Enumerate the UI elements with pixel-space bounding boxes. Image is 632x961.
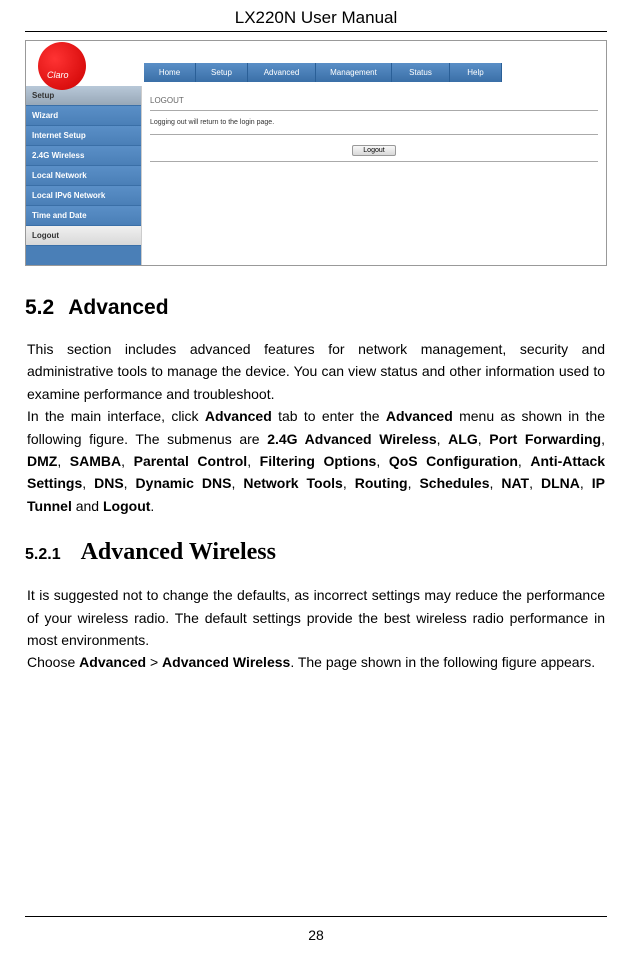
bold: SAMBA xyxy=(70,453,121,469)
text: Choose xyxy=(27,654,79,670)
subsection-title: Advanced Wireless xyxy=(81,539,276,566)
bold: Parental Control xyxy=(134,453,248,469)
sidebar-item-localnet[interactable]: Local Network xyxy=(26,166,141,186)
text: This section includes advanced features … xyxy=(27,341,605,402)
text: , xyxy=(490,475,502,491)
subsection-heading: 5.2.1 Advanced Wireless xyxy=(25,539,607,566)
text: , xyxy=(231,475,243,491)
text: It is suggested not to change the defaul… xyxy=(27,587,605,648)
router-body: Setup Wizard Internet Setup 2.4G Wireles… xyxy=(26,86,606,265)
bold: Advanced xyxy=(386,408,453,424)
router-screenshot: Claro Home Setup Advanced Management Sta… xyxy=(25,40,607,266)
nav-tab-advanced[interactable]: Advanced xyxy=(248,63,316,82)
nav-tab-management[interactable]: Management xyxy=(316,63,392,82)
claro-logo: Claro xyxy=(38,42,86,90)
sidebar-item-ipv6[interactable]: Local IPv6 Network xyxy=(26,186,141,206)
bold: Routing xyxy=(355,475,408,491)
subsection-number: 5.2.1 xyxy=(25,546,61,564)
nav-tab-setup[interactable]: Setup xyxy=(196,63,248,82)
bold: Advanced xyxy=(79,654,146,670)
text: , xyxy=(601,431,605,447)
text: , xyxy=(376,453,388,469)
text: . xyxy=(150,498,154,514)
text: , xyxy=(121,453,133,469)
header-rule xyxy=(25,31,607,32)
bold: Dynamic DNS xyxy=(136,475,232,491)
content-text: Logging out will return to the login pag… xyxy=(150,111,598,135)
text: , xyxy=(437,431,449,447)
sidebar-item-wireless[interactable]: 2.4G Wireless xyxy=(26,146,141,166)
sidebar-item-wizard[interactable]: Wizard xyxy=(26,106,141,126)
subsection-paragraph: It is suggested not to change the defaul… xyxy=(25,584,607,674)
text: , xyxy=(518,453,530,469)
logout-button-wrap: Logout xyxy=(150,135,598,162)
text: In the main interface, click xyxy=(27,408,205,424)
content-area: LOGOUT Logging out will return to the lo… xyxy=(141,86,606,265)
text: . The page shown in the following figure… xyxy=(290,654,595,670)
text: , xyxy=(580,475,592,491)
bold: Filtering Options xyxy=(260,453,377,469)
content-subtitle: LOGOUT xyxy=(150,94,598,111)
page-number-area: 28 xyxy=(0,916,632,943)
bold: QoS Configuration xyxy=(389,453,518,469)
bold: Port Forwarding xyxy=(489,431,601,447)
page-number: 28 xyxy=(308,927,324,943)
logo-text: Claro xyxy=(47,70,69,80)
text: , xyxy=(343,475,355,491)
sidebar-item-setup[interactable]: Setup xyxy=(26,86,141,106)
footer-rule xyxy=(25,916,607,917)
text: and xyxy=(72,498,103,514)
bold: Schedules xyxy=(419,475,489,491)
nav-tabs: Home Setup Advanced Management Status He… xyxy=(144,63,502,82)
sidebar: Setup Wizard Internet Setup 2.4G Wireles… xyxy=(26,86,141,265)
bold: Logout xyxy=(103,498,150,514)
section-number: 5.2 xyxy=(25,296,54,319)
nav-tab-help[interactable]: Help xyxy=(450,63,502,82)
text: , xyxy=(247,453,259,469)
text: , xyxy=(57,453,69,469)
nav-tab-home[interactable]: Home xyxy=(144,63,196,82)
bold: 2.4G Advanced Wireless xyxy=(267,431,436,447)
bold: ALG xyxy=(448,431,478,447)
text: tab to enter the xyxy=(272,408,386,424)
text: > xyxy=(146,654,162,670)
text: , xyxy=(478,431,490,447)
sidebar-item-internet[interactable]: Internet Setup xyxy=(26,126,141,146)
section-paragraph-1: This section includes advanced features … xyxy=(25,338,607,517)
logout-button[interactable]: Logout xyxy=(352,145,395,156)
text: , xyxy=(529,475,541,491)
section-title: Advanced xyxy=(68,296,168,319)
text: , xyxy=(408,475,420,491)
page-header-title: LX220N User Manual xyxy=(25,0,607,31)
text: , xyxy=(82,475,94,491)
bold: NAT xyxy=(501,475,529,491)
router-header: Claro Home Setup Advanced Management Sta… xyxy=(26,41,606,86)
text: , xyxy=(124,475,136,491)
bold: DLNA xyxy=(541,475,580,491)
bold: Advanced xyxy=(205,408,272,424)
bold: DMZ xyxy=(27,453,57,469)
bold: Advanced Wireless xyxy=(162,654,290,670)
section-heading: 5.2 Advanced xyxy=(25,296,607,320)
sidebar-item-logout[interactable]: Logout xyxy=(26,226,141,246)
bold: Network Tools xyxy=(243,475,343,491)
sidebar-item-time[interactable]: Time and Date xyxy=(26,206,141,226)
bold: DNS xyxy=(94,475,124,491)
nav-tab-status[interactable]: Status xyxy=(392,63,450,82)
